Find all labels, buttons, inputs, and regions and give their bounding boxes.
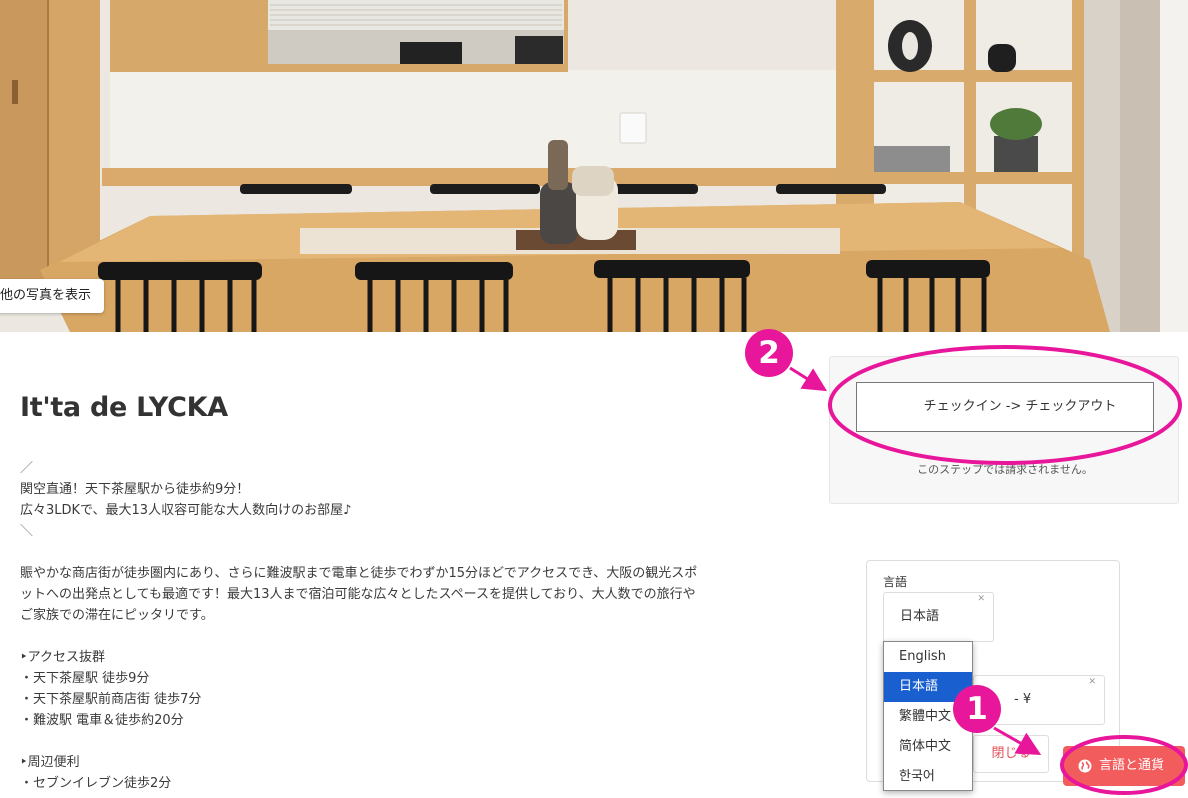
description-line: ‣アクセス抜群	[20, 650, 106, 665]
language-option-simplified-chinese[interactable]: 简体中文	[884, 732, 972, 762]
listing-description: ／ 関空直通！天下茶屋駅から徒歩約9分！ 広々3LDKで、最大13人収容可能な大…	[20, 458, 760, 794]
description-line: ・天下茶屋駅前商店街 徒歩7分	[20, 692, 202, 707]
description-line: ＼	[20, 524, 34, 539]
description-line: ・セブンイレブン徒歩2分	[20, 776, 172, 791]
language-option-english[interactable]: English	[884, 642, 972, 672]
description-line: 賑やかな商店街が徒歩圏内にあり、さらに難波駅まで電車と徒歩でわずか15分ほどでア…	[20, 566, 698, 581]
globe-icon	[1078, 759, 1092, 773]
language-label: 言語	[883, 575, 908, 589]
booking-panel: チェックイン -> チェックアウト このステップでは請求されません。	[829, 356, 1179, 504]
hero-photo[interactable]: 他の写真を表示	[0, 0, 1188, 332]
listing-title: It'ta de LYCKA	[20, 392, 228, 423]
language-currency-button[interactable]: 言語と通貨	[1063, 746, 1185, 786]
checkin-checkout-button[interactable]: チェックイン -> チェックアウト	[856, 382, 1154, 432]
description-line: ットへの出発点としても最適です！最大13人まで宿泊可能な広々としたスペースを提供…	[20, 587, 696, 602]
no-charge-note: このステップでは請求されません。	[917, 463, 1093, 476]
language-select-value: 日本語	[900, 609, 940, 624]
clear-icon[interactable]: ✕	[977, 575, 985, 623]
description-line: ‣周辺便利	[20, 755, 80, 770]
description-line: ご家族での滞在にピッタリです。	[20, 608, 214, 623]
dining-room-image	[0, 0, 1188, 332]
annotation-badge-2: 2	[745, 329, 793, 377]
description-line: ／	[20, 461, 34, 476]
close-button[interactable]: 閉じる	[973, 735, 1049, 773]
language-option-korean[interactable]: 한국어	[884, 762, 972, 792]
show-more-photos-button[interactable]: 他の写真を表示	[0, 279, 104, 313]
description-line: 関空直通！天下茶屋駅から徒歩約9分！	[20, 482, 250, 497]
description-line: ・難波駅 電車＆徒歩約20分	[20, 713, 184, 728]
currency-select-value: - ¥	[1014, 692, 1032, 707]
clear-icon[interactable]: ✕	[1088, 658, 1096, 706]
description-line: 広々3LDKで、最大13人収容可能な大人数向けのお部屋♪	[20, 503, 352, 518]
annotation-badge-1: 1	[953, 685, 1001, 733]
language-currency-label: 言語と通貨	[1099, 758, 1165, 773]
annotation-arrow-2	[789, 366, 828, 392]
language-select[interactable]: 日本語 ✕	[883, 592, 994, 642]
description-line: ・天下茶屋駅 徒歩9分	[20, 671, 150, 686]
